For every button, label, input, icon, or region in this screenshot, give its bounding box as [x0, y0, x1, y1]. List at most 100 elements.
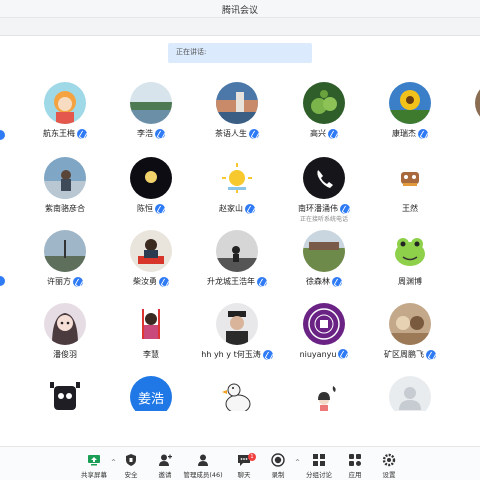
- members-icon: [198, 454, 208, 466]
- participant-tile[interactable]: 紫南骆彦合: [19, 153, 111, 225]
- avatar: [475, 303, 480, 345]
- participant-name: 升龙城王浩年: [207, 277, 255, 286]
- mic-icon: [155, 203, 165, 214]
- mic-icon: [418, 128, 428, 139]
- mic-icon: [0, 276, 5, 286]
- participant-tile[interactable]: hh yh y t何玉涛: [191, 299, 283, 371]
- participant-tile[interactable]: 鑫: [450, 78, 480, 150]
- participant-tile[interactable]: 新: [450, 299, 480, 371]
- participant-tile[interactable]: 陈恒: [105, 153, 197, 225]
- participant-name: 南环潘涌伟: [298, 204, 338, 213]
- mic-icon: [245, 203, 255, 214]
- manage-members-label: 管理成员(46): [183, 471, 223, 479]
- avatar: [44, 303, 86, 345]
- gear-icon: [382, 453, 396, 467]
- participant-name: 柴汝勇: [133, 277, 157, 286]
- avatar: [216, 157, 258, 199]
- participant-tile[interactable]: [278, 372, 370, 411]
- avatar: [303, 157, 345, 199]
- settings-button[interactable]: 设置: [369, 451, 409, 479]
- mic-icon: [73, 276, 83, 287]
- participant-name: 康瑞杰: [392, 129, 416, 138]
- participant-name: 李浩: [137, 129, 153, 138]
- avatar: [44, 157, 86, 199]
- avatar-text: 姜浩: [137, 391, 164, 407]
- avatar: [475, 82, 480, 124]
- participant-tile[interactable]: 升龙城王浩年: [191, 226, 283, 298]
- avatar: [475, 157, 480, 199]
- participant-tile[interactable]: [19, 372, 111, 411]
- mic-icon: [332, 276, 342, 287]
- participant-name: 茶语人生: [215, 129, 247, 138]
- participant-name: 矿区周鹏飞: [384, 350, 424, 359]
- participant-tile[interactable]: 航东王梅: [19, 78, 111, 150]
- avatar: [303, 303, 345, 345]
- participant-tile[interactable]: 李慧: [105, 299, 197, 371]
- participant-tile[interactable]: niuyanyu: [278, 299, 370, 371]
- participant-tile[interactable]: 姜浩: [105, 372, 197, 411]
- participant-name: 高兴: [310, 129, 326, 138]
- record-icon: [271, 453, 285, 467]
- participant-tile[interactable]: [191, 372, 283, 411]
- participant-name: niuyanyu: [299, 349, 337, 359]
- participant-name: 陈恒: [137, 204, 153, 213]
- breakout-label: 分组讨论: [306, 471, 332, 479]
- avatar: [475, 230, 480, 272]
- participant-tile[interactable]: 周渊博: [364, 226, 456, 298]
- participant-name: 周渊博: [398, 277, 422, 286]
- participant-tile[interactable]: 许丽方: [19, 226, 111, 298]
- avatar: [389, 303, 431, 345]
- participant-name: 赵家山: [219, 204, 243, 213]
- participant-name: 许丽方: [47, 277, 71, 286]
- participant-name: hh yh y t何玉涛: [201, 350, 261, 359]
- speaking-indicator: 正在讲话:: [168, 43, 312, 63]
- call-status-note: 正在接听系统电话: [299, 216, 348, 223]
- participant-tile[interactable]: 李浩: [105, 78, 197, 150]
- avatar: [389, 376, 431, 411]
- share-screen-button[interactable]: 共享屏幕 ^: [74, 451, 116, 479]
- share-screen-label: 共享屏幕: [81, 471, 107, 479]
- participant-tile[interactable]: 康瑞杰: [364, 78, 456, 150]
- avatar: [130, 82, 172, 124]
- participant-name: 李慧: [143, 350, 159, 359]
- avatar: [216, 82, 258, 124]
- avatar: [303, 230, 345, 272]
- mic-icon: [155, 128, 165, 139]
- record-button[interactable]: 录制 ^: [258, 451, 300, 479]
- breakout-icon: [313, 454, 325, 466]
- mic-icon: [340, 203, 350, 214]
- avatar: [389, 82, 431, 124]
- avatar: [389, 230, 431, 272]
- mic-icon: [262, 349, 273, 360]
- participant-grid: 航东王梅 李浩 茶语人生 高兴 康瑞杰 鑫 紫南骆彦合: [0, 78, 480, 411]
- mic-icon: [426, 349, 436, 360]
- mic-icon: [77, 128, 87, 139]
- participant-tile[interactable]: 徐森林: [278, 226, 370, 298]
- manage-members-button[interactable]: 管理成员(46): [183, 451, 223, 479]
- participant-name: 航东王梅: [43, 129, 75, 138]
- participant-name: 潘俊羽: [53, 350, 77, 359]
- invite-button[interactable]: 邀请: [145, 451, 185, 479]
- avatar: [44, 230, 86, 272]
- participant-tile[interactable]: 京广: [450, 153, 480, 225]
- avatar: [389, 157, 431, 199]
- participant-tile[interactable]: 王然: [364, 153, 456, 225]
- participant-tile[interactable]: 潘俊羽: [19, 299, 111, 371]
- avatar: [130, 157, 172, 199]
- avatar: [130, 230, 172, 272]
- participant-tile[interactable]: 柴汝勇: [105, 226, 197, 298]
- settings-label: 设置: [382, 471, 396, 479]
- participant-tile[interactable]: 南环潘涌伟 正在接听系统电话: [278, 153, 370, 225]
- participant-tile[interactable]: 高兴: [278, 78, 370, 150]
- participant-name: 王然: [402, 204, 418, 213]
- participant-tile[interactable]: 茶语人生: [191, 78, 283, 150]
- breakout-button[interactable]: 分组讨论: [299, 451, 339, 479]
- avatar: [216, 376, 258, 411]
- shield-icon: [126, 454, 136, 466]
- participant-tile[interactable]: 赵家山: [191, 153, 283, 225]
- participant-tile[interactable]: 矿区周鹏飞: [364, 299, 456, 371]
- participant-tile[interactable]: [364, 372, 456, 411]
- participant-tile[interactable]: 经开: [450, 226, 480, 298]
- avatar: [216, 230, 258, 272]
- participant-name: 徐森林: [306, 277, 330, 286]
